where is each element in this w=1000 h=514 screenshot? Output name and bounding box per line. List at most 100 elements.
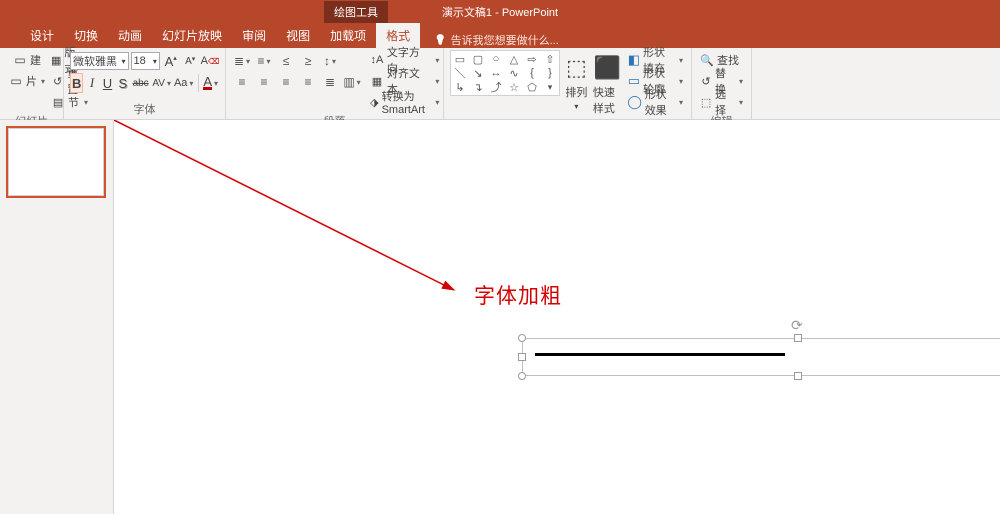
shape-curve[interactable]: ∿ bbox=[507, 67, 521, 79]
shadow-button[interactable]: S bbox=[116, 73, 129, 93]
resize-handle-l[interactable] bbox=[518, 353, 526, 361]
shape-conn1[interactable]: ↳ bbox=[453, 81, 467, 93]
font-name-combo[interactable]: 微软雅黑▾ bbox=[70, 52, 129, 70]
change-case-button[interactable]: Aa bbox=[174, 73, 194, 93]
shape-conn3[interactable]: ⤴ bbox=[489, 81, 503, 93]
lightbulb-icon bbox=[434, 34, 446, 46]
arrange-icon: ⬚ bbox=[562, 54, 590, 82]
resize-handle-bl[interactable] bbox=[518, 372, 526, 380]
resize-handle-b[interactable] bbox=[794, 372, 802, 380]
slide-icon: ▭ bbox=[12, 52, 28, 68]
decrease-font-button[interactable]: A▾ bbox=[181, 52, 199, 70]
distributed-button[interactable]: ≣ bbox=[320, 73, 340, 91]
bold-button[interactable]: B bbox=[70, 73, 83, 93]
shape-arrow[interactable]: ⇨ bbox=[525, 53, 539, 65]
shape-line[interactable]: ＼ bbox=[453, 67, 467, 79]
separator bbox=[198, 74, 199, 92]
numbering-button[interactable]: ≡ bbox=[254, 52, 274, 70]
annotation-arrow bbox=[114, 120, 1000, 514]
text-box-selected[interactable] bbox=[522, 338, 1000, 376]
tab-design[interactable]: 设计 bbox=[20, 23, 64, 48]
resize-handle-tl[interactable] bbox=[518, 334, 526, 342]
shape-oval[interactable]: ○ bbox=[489, 53, 503, 65]
reset-icon: ↺ bbox=[51, 74, 64, 88]
group-label-font: 字体 bbox=[70, 100, 219, 119]
justify-button[interactable]: ≡ bbox=[298, 73, 318, 91]
shape-conn2[interactable]: ↴ bbox=[471, 81, 485, 93]
window-title: 演示文稿1 - PowerPoint bbox=[436, 4, 564, 20]
rotate-handle[interactable] bbox=[791, 317, 805, 331]
group-editing: 查找 替换 选择 编辑 bbox=[692, 48, 752, 119]
clear-format-button[interactable]: A⌫ bbox=[201, 52, 219, 70]
align-left-button[interactable]: ≡ bbox=[232, 73, 252, 91]
columns-button[interactable]: ▥ bbox=[342, 73, 362, 91]
dec-indent-button[interactable]: ≤ bbox=[276, 52, 296, 70]
ribbon: ▭建 ▭片 ▦版式 ↺重置 ▤节 幻灯片 微软雅黑▾ 18▾ A▴ A▾ A⌫ … bbox=[0, 48, 1000, 120]
smartart-button[interactable]: ⬗转换为 SmartArt bbox=[368, 92, 441, 112]
tell-me-placeholder: 告诉我您想要做什么... bbox=[451, 32, 559, 48]
tab-animations[interactable]: 动画 bbox=[108, 23, 152, 48]
layout-icon: ▦ bbox=[51, 53, 61, 67]
inc-indent-button[interactable]: ≥ bbox=[298, 52, 318, 70]
outline-icon bbox=[628, 74, 640, 88]
title-bar: 绘图工具 演示文稿1 - PowerPoint bbox=[0, 0, 1000, 24]
shape-more[interactable]: ▾ bbox=[543, 81, 557, 93]
direction-icon: ↕A bbox=[370, 53, 384, 67]
shapes-gallery[interactable]: ▭ ▢ ○ △ ⇨ ⇧ ＼ ↘ ↔ ∿ { } ↳ ↴ bbox=[450, 50, 560, 96]
select-icon bbox=[700, 95, 712, 109]
tab-review[interactable]: 审阅 bbox=[232, 23, 276, 48]
tab-addins[interactable]: 加载项 bbox=[320, 23, 376, 48]
group-paragraph: ≣ ≡ ≤ ≥ ↕ ≡ ≡ ≡ ≡ ≣ ▥ ↕A文字方向 ▦对齐文本 bbox=[226, 48, 444, 119]
align-center-button[interactable]: ≡ bbox=[254, 73, 274, 91]
strike-button[interactable]: abc bbox=[132, 73, 150, 93]
line-space-button[interactable]: ↕ bbox=[320, 52, 340, 70]
group-font: 微软雅黑▾ 18▾ A▴ A▾ A⌫ B I U S abc AV Aa A 字… bbox=[64, 48, 226, 119]
increase-font-button[interactable]: A▴ bbox=[162, 52, 180, 70]
font-size-combo[interactable]: 18▾ bbox=[131, 52, 160, 70]
replace-icon bbox=[700, 74, 712, 88]
shape-effects-button[interactable]: 形状效果 bbox=[626, 92, 685, 112]
shape-rrect[interactable]: ▢ bbox=[471, 53, 485, 65]
slide-canvas[interactable]: 字体加粗 bbox=[114, 120, 1000, 514]
shape-arrowline[interactable]: ↘ bbox=[471, 67, 485, 79]
slide-thumbnail-panel bbox=[0, 120, 114, 514]
annotation-label: 字体加粗 bbox=[474, 280, 562, 310]
shape-lbrace[interactable]: { bbox=[525, 67, 539, 79]
shape-callout[interactable]: ⬠ bbox=[525, 81, 539, 93]
shape-star[interactable]: ☆ bbox=[507, 81, 521, 93]
underline-button[interactable]: U bbox=[101, 73, 114, 93]
shape-rect[interactable]: ▭ bbox=[453, 53, 467, 65]
shape-rbrace[interactable]: } bbox=[543, 67, 557, 79]
italic-button[interactable]: I bbox=[85, 73, 98, 93]
ribbon-tabs: 设计 切换 动画 幻灯片放映 审阅 视图 加载项 格式 告诉我您想要做什么... bbox=[0, 24, 1000, 48]
slide-thumbnail-1[interactable] bbox=[8, 128, 104, 196]
arrange-button[interactable]: ⬚ 排列 ▾ bbox=[562, 50, 591, 111]
group-slides: ▭建 ▭片 ▦版式 ↺重置 ▤节 幻灯片 bbox=[0, 48, 64, 119]
fill-icon bbox=[628, 53, 640, 67]
find-icon bbox=[700, 53, 714, 67]
tab-slideshow[interactable]: 幻灯片放映 bbox=[152, 23, 232, 48]
tell-me-input[interactable]: 告诉我您想要做什么... bbox=[434, 32, 559, 48]
group-drawing: ▭ ▢ ○ △ ⇨ ⇧ ＼ ↘ ↔ ∿ { } ↳ ↴ bbox=[444, 48, 692, 119]
resize-handle-t[interactable] bbox=[794, 334, 802, 342]
shape-tri[interactable]: △ bbox=[507, 53, 521, 65]
font-color-button[interactable]: A bbox=[202, 73, 219, 93]
tab-view[interactable]: 视图 bbox=[276, 23, 320, 48]
effects-icon bbox=[628, 95, 642, 109]
slide-icon: ▭ bbox=[8, 73, 24, 89]
section-icon: ▤ bbox=[51, 95, 65, 109]
spacing-button[interactable]: AV bbox=[152, 73, 172, 93]
shape-brace[interactable]: ⇧ bbox=[543, 53, 557, 65]
align-icon: ▦ bbox=[370, 74, 384, 88]
new-slide-top[interactable]: ▭建 bbox=[6, 50, 47, 70]
bullets-button[interactable]: ≣ bbox=[232, 52, 252, 70]
quick-styles-button[interactable]: ⬛ 快速样式 ▾ bbox=[593, 50, 622, 127]
align-right-button[interactable]: ≡ bbox=[276, 73, 296, 91]
new-slide-bottom[interactable]: ▭片 bbox=[6, 71, 47, 91]
workspace: 字体加粗 bbox=[0, 120, 1000, 514]
quick-style-icon: ⬛ bbox=[593, 54, 621, 82]
smartart-icon: ⬗ bbox=[370, 95, 379, 109]
context-tab: 绘图工具 bbox=[324, 1, 388, 23]
shape-arrowdbl[interactable]: ↔ bbox=[489, 67, 503, 79]
select-button[interactable]: 选择 bbox=[698, 92, 745, 112]
